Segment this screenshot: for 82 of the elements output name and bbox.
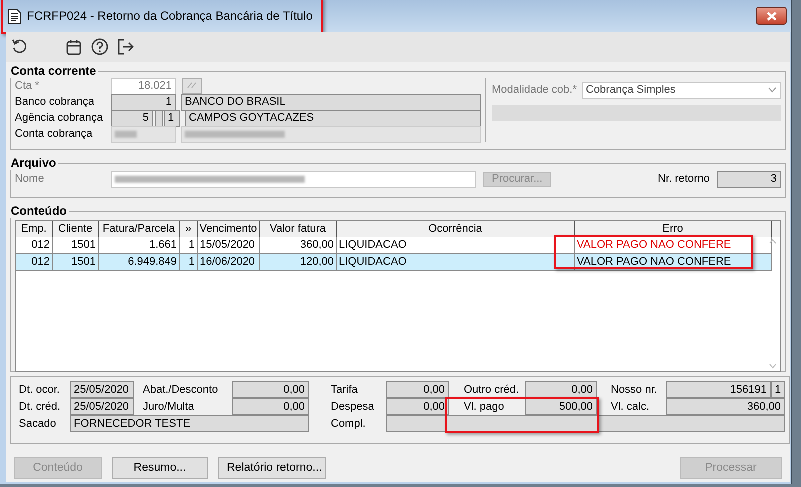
file-name-field[interactable]: [111, 170, 476, 188]
push-button[interactable]: Relatório retorno...: [218, 457, 326, 479]
table-cell: 120,00: [260, 254, 337, 270]
help-icon[interactable]: [91, 38, 109, 56]
bank-code-field: 1: [111, 94, 176, 110]
close-icon: [766, 12, 778, 20]
field-label: Tarifa: [330, 384, 359, 396]
column-header[interactable]: Fatura/Parcela: [99, 221, 180, 237]
table-cell: 012: [16, 237, 53, 253]
calendar-icon[interactable]: [66, 38, 82, 56]
column-header[interactable]: Emp.: [16, 221, 53, 237]
amount-field: 0,00: [232, 381, 309, 398]
agency-digit-field: 1: [164, 110, 180, 126]
window-title: FCRFP024 - Retorno da Cobrança Bancária de Título: [27, 9, 313, 23]
field-label: Compl.: [330, 418, 367, 430]
exit-icon[interactable]: [117, 38, 135, 56]
group-title: Conteúdo: [10, 204, 68, 218]
amount-field: 360,00: [666, 398, 785, 415]
column-header[interactable]: Cliente: [53, 221, 99, 237]
field-label: Conta cobrança: [15, 128, 94, 140]
field-label: Abat./Desconto: [142, 384, 220, 396]
field-label: Dt. ocor.: [18, 384, 61, 396]
table-cell: LIQUIDACAO: [337, 254, 575, 270]
group-title: Conta corrente: [10, 64, 98, 78]
amount-field: 0,00: [232, 398, 309, 415]
scroll-up-icon[interactable]: [769, 239, 777, 244]
field-label: Nome: [15, 173, 46, 185]
table-cell: 1501: [53, 254, 99, 270]
blurred-text: [115, 130, 137, 138]
field-label: Agência cobrança: [15, 112, 104, 124]
undo-icon[interactable]: [11, 38, 29, 56]
table-cell: 1501: [53, 237, 99, 253]
table-cell: 1.661: [99, 237, 180, 253]
amount-field: 0,00: [525, 381, 597, 398]
chevron-down-icon: [768, 87, 777, 93]
table-cell: 1: [180, 254, 198, 270]
column-header[interactable]: Valor fatura: [260, 221, 337, 237]
modality-dropdown[interactable]: Cobrança Simples: [582, 82, 781, 98]
date-field: 25/05/2020: [70, 381, 134, 398]
return-number-field: 3: [717, 170, 781, 188]
amount-field: 500,00: [525, 398, 597, 415]
table-cell: 15/05/2020: [198, 237, 260, 253]
agency-code-field: 5: [111, 110, 153, 126]
table-cell: LIQUIDACAO: [337, 237, 575, 253]
close-button[interactable]: [756, 7, 787, 25]
field-label: Modalidade cob.*: [492, 84, 578, 96]
table-cell: VALOR PAGO NAO CONFERE: [575, 254, 772, 270]
digit-field: 1: [771, 381, 785, 398]
field-label: Banco cobrança: [15, 96, 96, 108]
table-cell: 16/06/2020: [198, 254, 260, 270]
column-header[interactable]: Erro: [575, 221, 772, 237]
table-cell: 1: [180, 237, 198, 253]
column-header[interactable]: »: [180, 221, 198, 237]
column-header[interactable]: Ocorrência: [337, 221, 575, 237]
table-cell: 360,00: [260, 237, 337, 253]
group-title: Arquivo: [10, 156, 58, 170]
number-field: 156191: [666, 381, 771, 398]
push-button[interactable]: Resumo...: [112, 457, 208, 479]
field-label: Sacado: [18, 418, 58, 430]
bank-name-field: BANCO DO BRASIL: [181, 94, 481, 110]
field-label: Cta *: [15, 80, 40, 92]
field-label: Nosso nr.: [610, 384, 658, 396]
table-row[interactable]: 012 1501 6.949.849 1 16/06/2020 120,00 LIQUIDACAO VALOR PAGO NAO CONFERE: [16, 254, 772, 271]
field-label: Vl. pago: [463, 400, 506, 412]
account-field[interactable]: 18.021: [111, 78, 176, 94]
field-label: Dt. créd.: [18, 400, 62, 412]
field-label: Juro/Multa: [142, 400, 196, 412]
column-header[interactable]: Vencimento: [198, 221, 260, 237]
field-label: Despesa: [330, 400, 376, 412]
amount-field: 0,00: [386, 398, 449, 415]
amount-field: 0,00: [386, 381, 449, 398]
document-icon: [8, 8, 21, 24]
field-label: Vl. calc.: [610, 400, 651, 412]
table-cell: 6.949.849: [99, 254, 180, 270]
lookup-icon: [187, 81, 197, 89]
table-cell: VALOR PAGO NAO CONFERE: [575, 237, 772, 253]
field-label: Outro créd.: [463, 384, 520, 396]
date-field: 25/05/2020: [70, 398, 134, 415]
field-label: Nr. retorno: [658, 173, 710, 185]
table-cell: 012: [16, 254, 53, 270]
payer-field: FORNECEDOR TESTE: [70, 415, 309, 432]
agency-name-field: CAMPOS GOYTACAZES: [185, 110, 481, 126]
